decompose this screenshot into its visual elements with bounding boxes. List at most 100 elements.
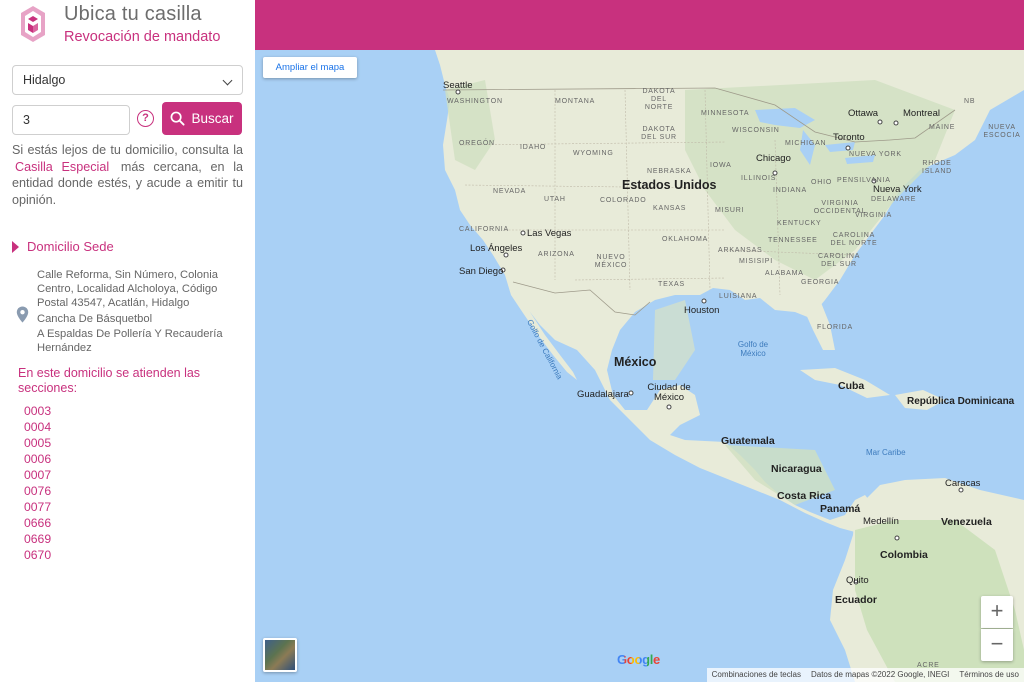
- section-item: 0006: [24, 452, 52, 466]
- map-state: INDIANA: [773, 187, 807, 194]
- map-state: MINNESOTA: [701, 110, 750, 117]
- app-root: Ubica tu casilla Revocación de mandato H…: [0, 0, 1024, 682]
- map-state: ARIZONA: [538, 251, 575, 258]
- map-state: NUEVO MÉXICO: [594, 254, 628, 269]
- top-banner: [255, 0, 1024, 50]
- map-label-mexico: México: [614, 355, 657, 369]
- map-label-colombia: Colombia: [880, 549, 928, 561]
- map-city-seattle: Seattle: [443, 80, 473, 91]
- map-state: ALABAMA: [765, 270, 804, 277]
- map-city-caracas: Caracas: [945, 478, 981, 489]
- map-state: OHIO: [811, 179, 833, 186]
- section-item: 0003: [24, 404, 52, 418]
- map-state: ILLINOIS: [741, 175, 777, 182]
- map-label-venezuela: Venezuela: [941, 516, 992, 528]
- section-item: 0007: [24, 468, 52, 482]
- map-state: KANSAS: [653, 205, 687, 212]
- app-title: Ubica tu casilla: [64, 3, 202, 25]
- map-state: MISISIPI: [739, 258, 774, 265]
- map-state: NEVADA: [493, 188, 527, 195]
- question-circle-icon[interactable]: ?: [137, 110, 154, 127]
- map-state: LUISIANA: [719, 293, 758, 300]
- keyboard-shortcuts-link[interactable]: Combinaciones de teclas: [707, 668, 806, 682]
- map-label-usa: Estados Unidos: [622, 178, 717, 192]
- terms-link[interactable]: Términos de uso: [954, 668, 1024, 682]
- sidebar: Ubica tu casilla Revocación de mandato H…: [0, 0, 255, 682]
- map-footer: Combinaciones de teclas Datos de mapas ©…: [706, 668, 1024, 682]
- google-logo: Google: [617, 652, 660, 667]
- section-item: 0005: [24, 436, 52, 450]
- map-water-gulf-mexico: Golfo de México: [737, 340, 769, 358]
- map-state: CAROLINA DEL SUR: [818, 253, 861, 268]
- map-state: RHODE ISLAND: [921, 160, 953, 175]
- map-city-quito: Quito: [846, 575, 869, 586]
- search-button-label: Buscar: [191, 111, 234, 126]
- map-state: KENTUCKY: [777, 220, 822, 227]
- section-item: 0004: [24, 420, 52, 434]
- map-city-montreal: Montreal: [903, 108, 940, 119]
- map-city-las-vegas: Las Vegas: [527, 228, 572, 239]
- map-state: CALIFORNIA: [459, 226, 510, 233]
- map-city-new-york: Nueva York: [873, 184, 922, 195]
- map-state: IOWA: [710, 162, 732, 169]
- satellite-view-button[interactable]: [263, 638, 297, 672]
- map-state: DAKOTA DEL NORTE: [642, 88, 676, 111]
- ine-logo: [21, 6, 45, 42]
- state-select-value: Hidalgo: [23, 73, 66, 87]
- domicilio-sede-label: Domicilio Sede: [27, 239, 114, 254]
- map-label-cuba: Cuba: [838, 380, 865, 392]
- section-item: 0670: [24, 548, 52, 562]
- map-state: WYOMING: [573, 150, 614, 157]
- map-state: WISCONSIN: [732, 127, 780, 134]
- expand-map-button[interactable]: Ampliar el mapa: [263, 57, 357, 78]
- map-city-toronto: Toronto: [833, 132, 865, 143]
- map-state: COLORADO: [600, 197, 647, 204]
- map-state: DAKOTA DEL SUR: [641, 126, 677, 141]
- map-state: MONTANA: [555, 98, 596, 105]
- map-state: VIRGINIA: [855, 212, 893, 219]
- map-state: UTAH: [544, 196, 566, 203]
- sections-list: 0003 0004 0005 0006 0007 0076 0077 0666 …: [24, 403, 51, 563]
- map-state: MISURI: [715, 207, 745, 214]
- map-water-caribbean: Mar Caribe: [866, 448, 906, 457]
- info-text-before: Si estás lejos de tu domicilio, consulta…: [12, 143, 243, 157]
- app-subtitle: Revocación de mandato: [64, 29, 221, 45]
- map-view[interactable]: Estados Unidos México Cuba República Dom…: [255, 50, 1024, 682]
- search-icon: [171, 111, 186, 126]
- state-select[interactable]: Hidalgo: [12, 65, 243, 95]
- info-text: Si estás lejos de tu domicilio, consulta…: [12, 142, 243, 208]
- map-city-ciudad-mexico: Ciudad de México: [647, 382, 691, 403]
- map-city-san-diego: San Diego: [459, 266, 504, 277]
- section-input[interactable]: 3: [12, 105, 130, 135]
- zoom-in-button[interactable]: +: [981, 596, 1013, 628]
- map-label-panama: Panamá: [820, 503, 861, 515]
- caret-right-icon: [12, 240, 19, 253]
- section-item: 0666: [24, 516, 52, 530]
- map-state: OREGÓN: [459, 140, 495, 147]
- map-city-chicago: Chicago: [756, 153, 791, 164]
- section-item: 0669: [24, 532, 52, 546]
- zoom-out-button[interactable]: −: [981, 629, 1013, 661]
- chevron-down-icon: [222, 75, 233, 86]
- address-reference: A Espaldas De Pollería Y Recaudería Hern…: [37, 327, 223, 355]
- map-state: FLORIDA: [817, 324, 853, 331]
- map-label-nicaragua: Nicaragua: [771, 463, 822, 475]
- location-pin-icon: [16, 306, 29, 323]
- map-state: PENSILVANIA: [837, 177, 891, 184]
- map-state: NB: [964, 98, 976, 105]
- map-state: TEXAS: [658, 281, 685, 288]
- google-logo-text: Google: [617, 652, 660, 667]
- map-state: OKLAHOMA: [662, 236, 709, 243]
- place-name: Cancha De Básquetbol: [37, 312, 153, 325]
- map-label-costa-rica: Costa Rica: [777, 490, 832, 502]
- map-state: MAINE: [929, 124, 956, 131]
- domicilio-sede-toggle[interactable]: Domicilio Sede: [12, 239, 114, 254]
- sede-address: Calle Reforma, Sin Número, Colonia Centr…: [37, 268, 237, 356]
- map-state: NUEVA YORK: [849, 151, 902, 158]
- map-state: ARKANSAS: [718, 247, 763, 254]
- map-state: NEBRASKA: [647, 168, 692, 175]
- map-label-ecuador: Ecuador: [835, 594, 878, 606]
- search-button[interactable]: Buscar: [162, 102, 242, 135]
- casilla-especial-link[interactable]: Casilla Especial: [12, 160, 112, 174]
- map-state: TENNESSEE: [768, 237, 818, 244]
